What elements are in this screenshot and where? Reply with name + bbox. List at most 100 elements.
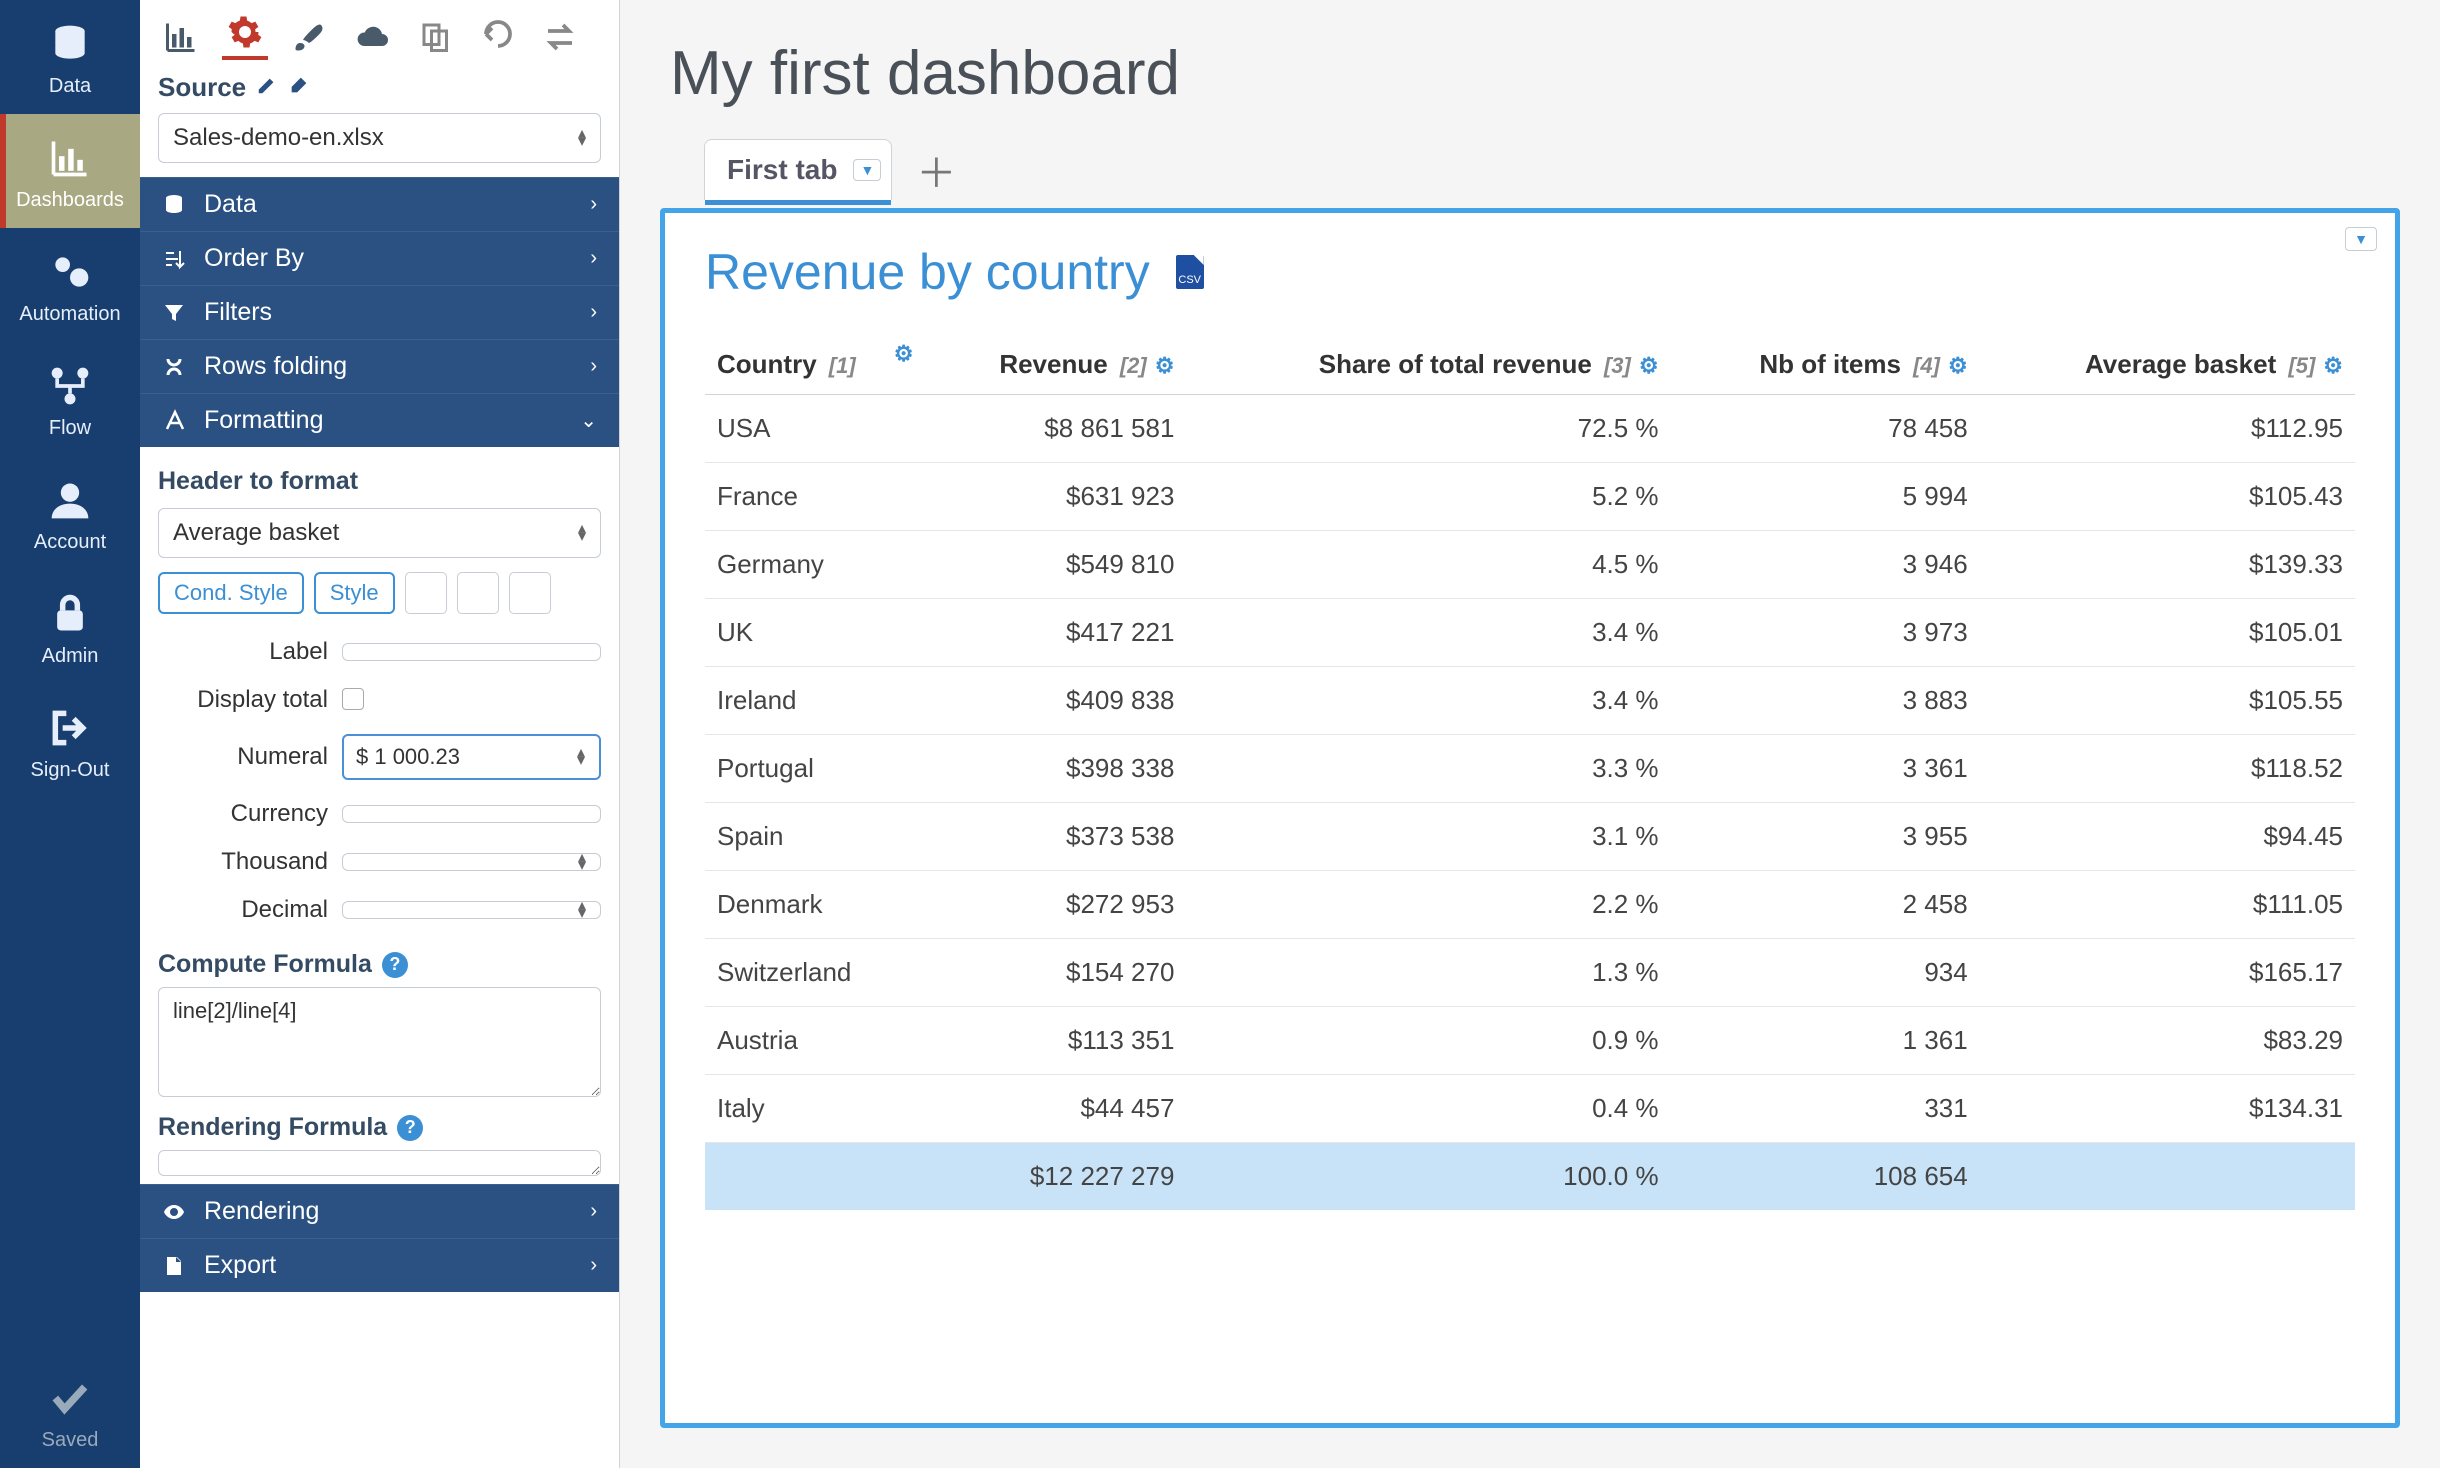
gear-icon[interactable]: ⚙: [2323, 353, 2343, 378]
table-cell: $409 838: [921, 667, 1186, 735]
thousand-label: Thousand: [158, 848, 328, 876]
column-header[interactable]: Average basket [5]⚙: [1980, 335, 2355, 395]
accordion-rows-folding[interactable]: Rows folding ›: [140, 339, 619, 393]
table-cell: [1980, 1143, 2355, 1211]
table-cell: 3 883: [1671, 667, 1980, 735]
help-icon[interactable]: ?: [382, 952, 408, 978]
compute-formula-input[interactable]: line[2]/line[4]: [158, 987, 601, 1097]
tab-menu-button[interactable]: ▼: [853, 159, 881, 181]
nav-item-dashboards[interactable]: Dashboards: [0, 114, 140, 228]
table-cell: 3.4 %: [1186, 599, 1670, 667]
decimal-select[interactable]: ▴▾: [342, 901, 601, 919]
table-cell: Portugal: [705, 735, 921, 803]
numeral-label: Numeral: [158, 743, 328, 771]
undo-icon[interactable]: [476, 14, 520, 60]
widget-menu-button[interactable]: ▼: [2345, 227, 2377, 251]
accordion-export[interactable]: Export ›: [140, 1238, 619, 1292]
table-cell: 3.1 %: [1186, 803, 1670, 871]
chevron-right-icon: ›: [590, 193, 597, 216]
table-row[interactable]: Portugal$398 3383.3 %3 361$118.52: [705, 735, 2355, 803]
nav-item-signout[interactable]: Sign-Out: [0, 684, 140, 798]
nav-item-data[interactable]: Data: [0, 0, 140, 114]
thousand-select[interactable]: ▴▾: [342, 853, 601, 871]
gear-icon[interactable]: ⚙: [1639, 353, 1659, 378]
currency-input[interactable]: [342, 805, 601, 823]
table-row[interactable]: USA$8 861 58172.5 %78 458$112.95: [705, 395, 2355, 463]
table-cell: 331: [1671, 1075, 1980, 1143]
align-right-button[interactable]: [509, 572, 551, 614]
align-left-button[interactable]: [405, 572, 447, 614]
accordion-data[interactable]: Data ›: [140, 177, 619, 231]
nav-label: Flow: [49, 418, 91, 438]
gear-icon[interactable]: ⚙: [1155, 353, 1175, 378]
nav-label: Saved: [42, 1430, 99, 1450]
brush-icon[interactable]: [286, 14, 332, 60]
table-cell: Ireland: [705, 667, 921, 735]
cloud-icon[interactable]: [350, 14, 396, 60]
accordion-formatting[interactable]: Formatting ⌄: [140, 393, 619, 447]
nav-item-account[interactable]: Account: [0, 456, 140, 570]
table-cell: 78 458: [1671, 395, 1980, 463]
table-cell: $398 338: [921, 735, 1186, 803]
chevron-updown-icon: ▴▾: [578, 525, 586, 541]
tab-label: First tab: [727, 154, 837, 186]
table-row[interactable]: UK$417 2213.4 %3 973$105.01: [705, 599, 2355, 667]
add-tab-button[interactable]: ＋: [904, 141, 968, 199]
gear-icon[interactable]: ⚙: [894, 341, 914, 367]
signout-icon: [48, 706, 92, 750]
nav-item-automation[interactable]: Automation: [0, 228, 140, 342]
table-cell: 5.2 %: [1186, 463, 1670, 531]
chevron-right-icon: ›: [590, 247, 597, 270]
table-cell: 4.5 %: [1186, 531, 1670, 599]
numeral-select[interactable]: $ 1 000.23 ▴▾: [342, 734, 601, 780]
table-cell: 0.9 %: [1186, 1007, 1670, 1075]
nav-item-admin[interactable]: Admin: [0, 570, 140, 684]
user-icon: [48, 478, 92, 522]
table-row[interactable]: Italy$44 4570.4 %331$134.31: [705, 1075, 2355, 1143]
chevron-right-icon: ›: [590, 1254, 597, 1277]
chevron-down-icon: ⌄: [580, 408, 597, 433]
column-header[interactable]: Nb of items [4]⚙: [1671, 335, 1980, 395]
swap-icon[interactable]: [538, 14, 582, 60]
copy-icon[interactable]: [414, 14, 458, 60]
accordion-rendering[interactable]: Rendering ›: [140, 1184, 619, 1238]
edit-icon[interactable]: [256, 72, 278, 103]
header-to-format-select[interactable]: Average basket ▴▾: [158, 508, 601, 558]
accordion-filters[interactable]: Filters ›: [140, 285, 619, 339]
column-header[interactable]: Share of total revenue [3]⚙: [1186, 335, 1670, 395]
table-cell: $44 457: [921, 1075, 1186, 1143]
table-row[interactable]: Germany$549 8104.5 %3 946$139.33: [705, 531, 2355, 599]
column-header[interactable]: Country [1]⚙: [705, 335, 921, 395]
lock-icon: [48, 592, 92, 636]
table-row[interactable]: Ireland$409 8383.4 %3 883$105.55: [705, 667, 2355, 735]
style-button[interactable]: Style: [314, 572, 395, 614]
column-header[interactable]: Revenue [2]⚙: [921, 335, 1186, 395]
table-row[interactable]: Spain$373 5383.1 %3 955$94.45: [705, 803, 2355, 871]
gear-icon[interactable]: [222, 14, 268, 60]
table-row[interactable]: Denmark$272 9532.2 %2 458$111.05: [705, 871, 2355, 939]
data-table: Country [1]⚙Revenue [2]⚙Share of total r…: [705, 335, 2355, 1210]
chart-tab-icon[interactable]: [158, 14, 204, 60]
csv-icon[interactable]: CSV: [1176, 255, 1204, 289]
table-row[interactable]: France$631 9235.2 %5 994$105.43: [705, 463, 2355, 531]
table-cell: $154 270: [921, 939, 1186, 1007]
table-row[interactable]: Austria$113 3510.9 %1 361$83.29: [705, 1007, 2355, 1075]
table-cell: $373 538: [921, 803, 1186, 871]
cond-style-button[interactable]: Cond. Style: [158, 572, 304, 614]
source-select[interactable]: Sales-demo-en.xlsx ▴▾: [158, 113, 601, 163]
pencil-icon[interactable]: [288, 72, 310, 103]
nav-label: Sign-Out: [31, 760, 110, 780]
table-row[interactable]: Switzerland$154 2701.3 %934$165.17: [705, 939, 2355, 1007]
tab-first[interactable]: First tab ▼: [704, 139, 892, 200]
nav-item-flow[interactable]: Flow: [0, 342, 140, 456]
nav-label: Admin: [42, 646, 99, 666]
gear-icon[interactable]: ⚙: [1948, 353, 1968, 378]
accordion-orderby[interactable]: Order By ›: [140, 231, 619, 285]
display-total-checkbox[interactable]: [342, 688, 364, 710]
help-icon[interactable]: ?: [397, 1115, 423, 1141]
table-cell: 1.3 %: [1186, 939, 1670, 1007]
rendering-formula-input[interactable]: [158, 1150, 601, 1176]
label-input[interactable]: [342, 643, 601, 661]
align-center-button[interactable]: [457, 572, 499, 614]
table-cell: 5 994: [1671, 463, 1980, 531]
